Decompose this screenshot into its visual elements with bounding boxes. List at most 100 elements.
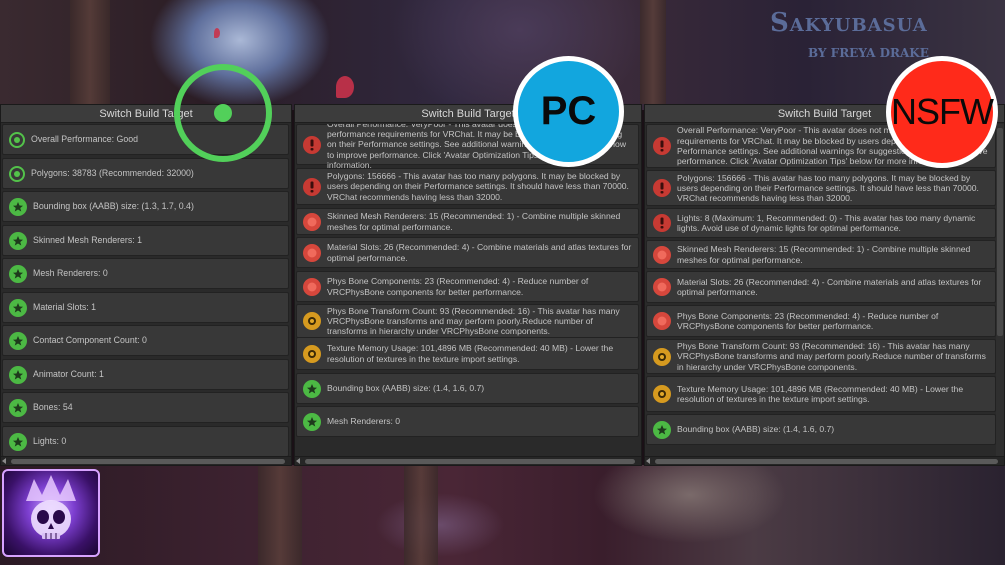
scroll-left-arrow-icon[interactable] bbox=[296, 458, 300, 464]
status-excellent-star-icon bbox=[9, 365, 27, 384]
horizontal-scrollbar[interactable] bbox=[645, 456, 1004, 465]
performance-row[interactable]: Polygons: 38783 (Recommended: 32000) bbox=[2, 158, 289, 189]
vertical-scrollbar[interactable] bbox=[996, 124, 1004, 456]
avatar-thumbnail bbox=[2, 469, 100, 557]
scrollbar-thumb[interactable] bbox=[655, 459, 998, 464]
performance-row[interactable]: Material Slots: 26 (Recommended: 4) - Co… bbox=[296, 237, 639, 268]
performance-row[interactable]: Contact Component Count: 0 bbox=[2, 325, 289, 356]
status-poor-icon bbox=[303, 243, 321, 262]
performance-row-text: Mesh Renderers: 0 bbox=[33, 268, 108, 279]
performance-row[interactable]: Lights: 0 bbox=[2, 426, 289, 456]
status-verypoor-alert-icon bbox=[653, 179, 671, 197]
performance-row-text: Polygons: 156666 - This avatar has too m… bbox=[677, 172, 979, 204]
performance-row-text: Phys Bone Components: 23 (Recommended: 4… bbox=[327, 276, 589, 297]
performance-row-text: Bounding box (AABB) size: (1.4, 1.6, 0.7… bbox=[677, 424, 835, 435]
status-excellent-star-icon bbox=[303, 412, 321, 431]
status-poor-icon bbox=[653, 278, 671, 296]
background-petal bbox=[336, 76, 354, 98]
status-poor-icon bbox=[303, 212, 321, 231]
performance-row-text: Bones: 54 bbox=[33, 402, 73, 413]
horizontal-scrollbar[interactable] bbox=[295, 456, 641, 465]
performance-row-text: Phys Bone Transform Count: 93 (Recommend… bbox=[327, 305, 620, 337]
performance-row-text: Texture Memory Usage: 101,4896 MB (Recom… bbox=[677, 383, 964, 404]
performance-row-text: Polygons: 156666 - This avatar has too m… bbox=[327, 171, 629, 202]
performance-row-text: Material Slots: 26 (Recommended: 4) - Co… bbox=[677, 276, 982, 297]
scrollbar-thumb[interactable] bbox=[11, 459, 285, 464]
status-excellent-star-icon bbox=[9, 264, 27, 283]
performance-row[interactable]: Skinned Mesh Renderers: 15 (Recommended:… bbox=[646, 240, 996, 269]
status-good-icon bbox=[9, 131, 25, 148]
performance-row[interactable]: Material Slots: 1 bbox=[2, 292, 289, 323]
performance-row-text: Bounding box (AABB) size: (1.3, 1.7, 0.4… bbox=[33, 201, 194, 212]
performance-row-text: Phys Bone Transform Count: 93 (Recommend… bbox=[677, 341, 986, 372]
status-verypoor-alert-icon bbox=[303, 135, 321, 154]
status-verypoor-alert-icon bbox=[653, 137, 671, 155]
performance-row[interactable]: Mesh Renderers: 0 bbox=[2, 258, 289, 289]
performance-row[interactable]: Bounding box (AABB) size: (1.4, 1.6, 0.7… bbox=[646, 414, 996, 445]
status-excellent-star-icon bbox=[9, 331, 27, 350]
performance-row-text: Overall Performance: Good bbox=[31, 134, 139, 145]
performance-row[interactable]: Material Slots: 26 (Recommended: 4) - Co… bbox=[646, 271, 996, 303]
performance-row[interactable]: Skinned Mesh Renderers: 1 bbox=[2, 225, 289, 256]
performance-row[interactable]: Phys Bone Transform Count: 93 (Recommend… bbox=[646, 339, 996, 374]
game-logo-title: Sakyubasua bbox=[770, 8, 928, 38]
performance-row-text: Mesh Renderers: 0 bbox=[327, 416, 401, 427]
quest-status-dot bbox=[214, 104, 232, 122]
horizontal-scrollbar[interactable] bbox=[1, 456, 291, 465]
status-medium-icon bbox=[303, 344, 321, 363]
performance-row[interactable]: Phys Bone Components: 23 (Recommended: 4… bbox=[646, 305, 996, 337]
performance-row-text: Lights: 0 bbox=[33, 436, 67, 447]
performance-row[interactable]: Mesh Renderers: 0 bbox=[296, 406, 639, 437]
nsfw-badge: NSFW bbox=[886, 56, 998, 168]
performance-list[interactable]: Overall Performance: VeryPoor - This ava… bbox=[645, 124, 1004, 456]
background-scene-bottom bbox=[0, 465, 1005, 565]
performance-row[interactable]: Bounding box (AABB) size: (1.3, 1.7, 0.4… bbox=[2, 191, 289, 222]
performance-row-text: Skinned Mesh Renderers: 1 bbox=[33, 235, 143, 246]
status-medium-icon bbox=[653, 385, 671, 403]
status-excellent-star-icon bbox=[9, 398, 27, 417]
performance-row[interactable]: Lights: 8 (Maximum: 1, Recommended: 0) -… bbox=[646, 208, 996, 238]
performance-row[interactable]: Bones: 54 bbox=[2, 392, 289, 423]
performance-row[interactable]: Texture Memory Usage: 101,4896 MB (Recom… bbox=[646, 376, 996, 412]
performance-row-text: Animator Count: 1 bbox=[33, 369, 104, 380]
performance-list[interactable]: Overall Performance: Good Polygons: 38783… bbox=[1, 124, 291, 456]
background-pillar bbox=[70, 0, 110, 104]
performance-row-text: Material Slots: 1 bbox=[33, 302, 97, 313]
background-pillar bbox=[258, 466, 302, 565]
performance-row-text: Bounding box (AABB) size: (1.4, 1.6, 0.7… bbox=[327, 383, 485, 394]
performance-row-text: Lights: 8 (Maximum: 1, Recommended: 0) -… bbox=[677, 212, 976, 233]
performance-row[interactable]: Texture Memory Usage: 101,4896 MB (Recom… bbox=[296, 337, 639, 370]
scroll-left-arrow-icon[interactable] bbox=[2, 458, 6, 464]
status-good-icon bbox=[9, 165, 25, 182]
performance-list[interactable]: Overall Performance: VeryPoor - This ava… bbox=[295, 124, 641, 456]
performance-row[interactable]: Phys Bone Transform Count: 93 (Recommend… bbox=[296, 304, 639, 338]
status-excellent-star-icon bbox=[9, 197, 27, 216]
performance-row-text: Phys Bone Components: 23 (Recommended: 4… bbox=[677, 310, 939, 331]
background-petal bbox=[214, 28, 220, 38]
status-poor-icon bbox=[653, 245, 671, 264]
status-excellent-star-icon bbox=[303, 379, 321, 398]
performance-row[interactable]: Animator Count: 1 bbox=[2, 359, 289, 390]
status-medium-icon bbox=[653, 347, 671, 366]
background-pillar bbox=[404, 466, 438, 565]
performance-row-text: Polygons: 38783 (Recommended: 32000) bbox=[31, 168, 194, 179]
performance-row-text: Skinned Mesh Renderers: 15 (Recommended:… bbox=[677, 244, 971, 265]
performance-row-text: Material Slots: 26 (Recommended: 4) - Co… bbox=[327, 242, 632, 263]
scrollbar-thumb[interactable] bbox=[305, 459, 635, 464]
quest-status-circle-icon bbox=[174, 64, 272, 162]
performance-panel-quest: Switch Build Target Overall Performance:… bbox=[0, 104, 292, 466]
performance-row[interactable]: Polygons: 156666 - This avatar has too m… bbox=[296, 168, 639, 205]
scroll-left-arrow-icon[interactable] bbox=[646, 458, 650, 464]
performance-row[interactable]: Polygons: 156666 - This avatar has too m… bbox=[646, 170, 996, 206]
scrollbar-thumb[interactable] bbox=[997, 128, 1003, 336]
skull-crown-icon bbox=[26, 475, 76, 539]
performance-row[interactable]: Phys Bone Components: 23 (Recommended: 4… bbox=[296, 271, 639, 302]
performance-row[interactable]: Bounding box (AABB) size: (1.4, 1.6, 0.7… bbox=[296, 373, 639, 404]
nsfw-badge-label: NSFW bbox=[891, 91, 994, 132]
status-excellent-star-icon bbox=[9, 298, 27, 317]
performance-row[interactable]: Skinned Mesh Renderers: 15 (Recommended:… bbox=[296, 208, 639, 235]
pc-badge: PC bbox=[513, 56, 624, 167]
status-excellent-star-icon bbox=[9, 432, 27, 451]
status-poor-icon bbox=[303, 277, 321, 296]
background-pillar bbox=[640, 0, 666, 104]
